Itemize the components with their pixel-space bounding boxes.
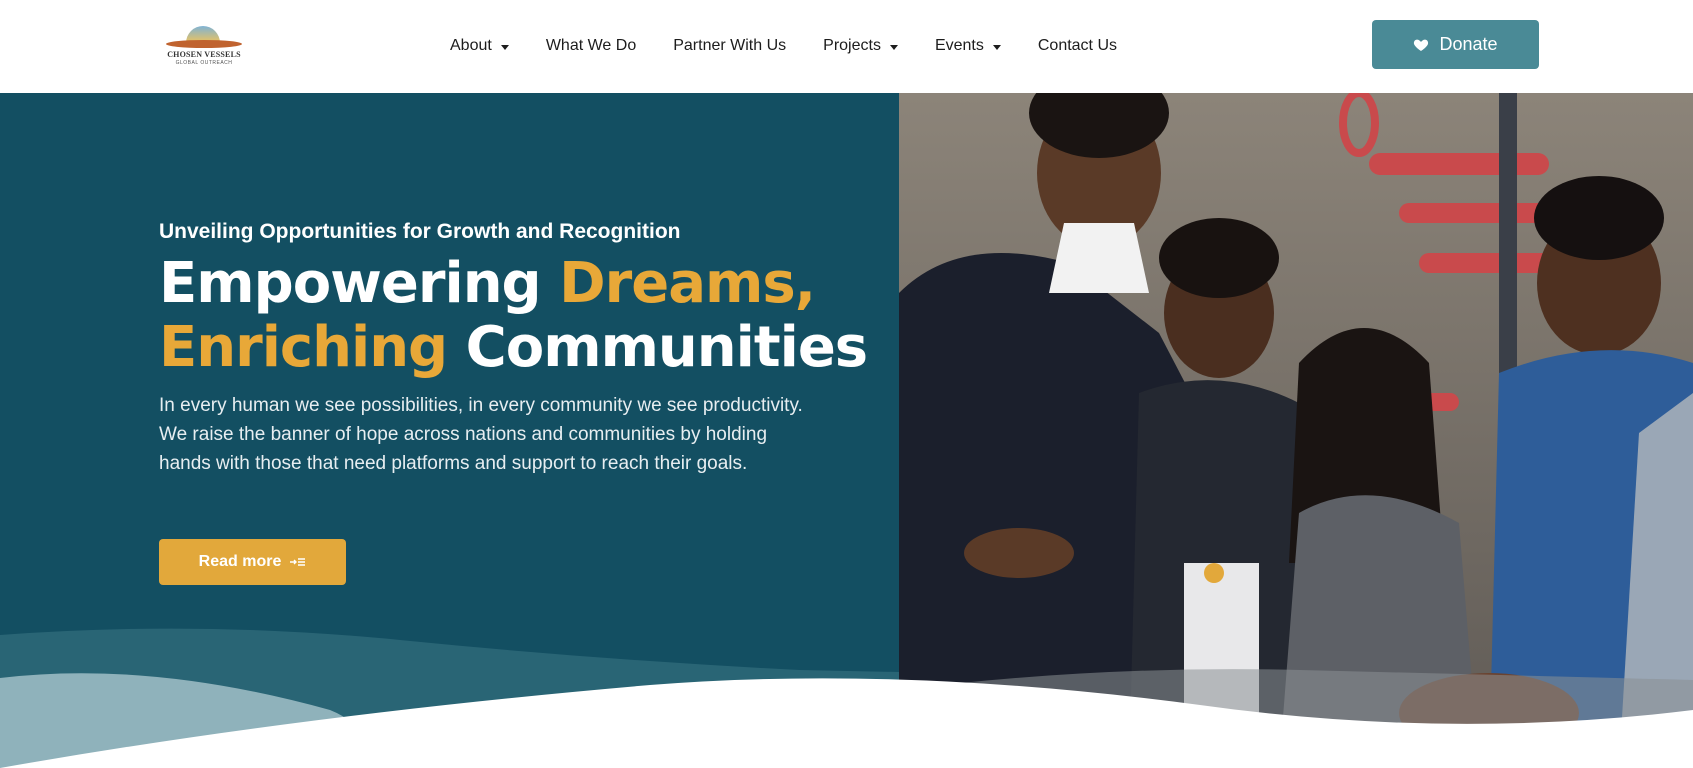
nav-item-contact-us[interactable]: Contact Us <box>1038 37 1117 55</box>
nav-item-label: About <box>450 37 492 54</box>
nav-item-what-we-do[interactable]: What We Do <box>546 37 636 55</box>
nav-item-about[interactable]: About <box>450 37 509 55</box>
nav-item-label: Contact Us <box>1037 37 1117 54</box>
main-nav: About What We Do Partner With Us Project… <box>450 34 1154 58</box>
read-more-button[interactable]: Read more <box>159 539 346 585</box>
logo-wing-icon <box>166 40 242 48</box>
caret-down-icon <box>992 44 1001 50</box>
donate-button[interactable]: Donate <box>1372 20 1539 69</box>
arrow-list-icon <box>290 558 306 566</box>
logo-name: CHOSEN VESSELS <box>167 50 241 59</box>
headline-line1-a: Empowering <box>159 251 560 316</box>
donate-label: Donate <box>1439 34 1498 54</box>
read-more-label: Read more <box>198 553 282 570</box>
caret-down-icon <box>889 44 898 50</box>
nav-item-label: Projects <box>823 37 881 54</box>
logo-tagline: GLOBAL OUTREACH <box>175 60 233 66</box>
headline-line2-b: Communities <box>447 315 868 380</box>
hero-description: In every human we see possibilities, in … <box>159 395 803 474</box>
headline-line1-b: Dreams, <box>559 251 816 316</box>
hero-headline: Empowering Dreams, Enriching Communities <box>159 251 868 380</box>
logo[interactable]: CHOSEN VESSELS GLOBAL OUTREACH <box>160 22 248 70</box>
nav-item-label: Events <box>934 37 984 54</box>
caret-down-icon <box>500 44 509 50</box>
nav-item-projects[interactable]: Projects <box>823 37 898 55</box>
headline-line2-a: Enriching <box>159 315 448 380</box>
bottom-wave-decoration <box>0 628 1693 768</box>
nav-item-partner-with-us[interactable]: Partner With Us <box>673 37 786 55</box>
heart-icon <box>1414 39 1429 51</box>
site-header: CHOSEN VESSELS GLOBAL OUTREACH About Wha… <box>0 0 1693 93</box>
nav-item-label: What We Do <box>545 37 637 54</box>
hero-eyebrow: Unveiling Opportunities for Growth and R… <box>159 220 681 243</box>
nav-item-label: Partner With Us <box>673 37 787 54</box>
nav-item-events[interactable]: Events <box>935 37 1001 55</box>
